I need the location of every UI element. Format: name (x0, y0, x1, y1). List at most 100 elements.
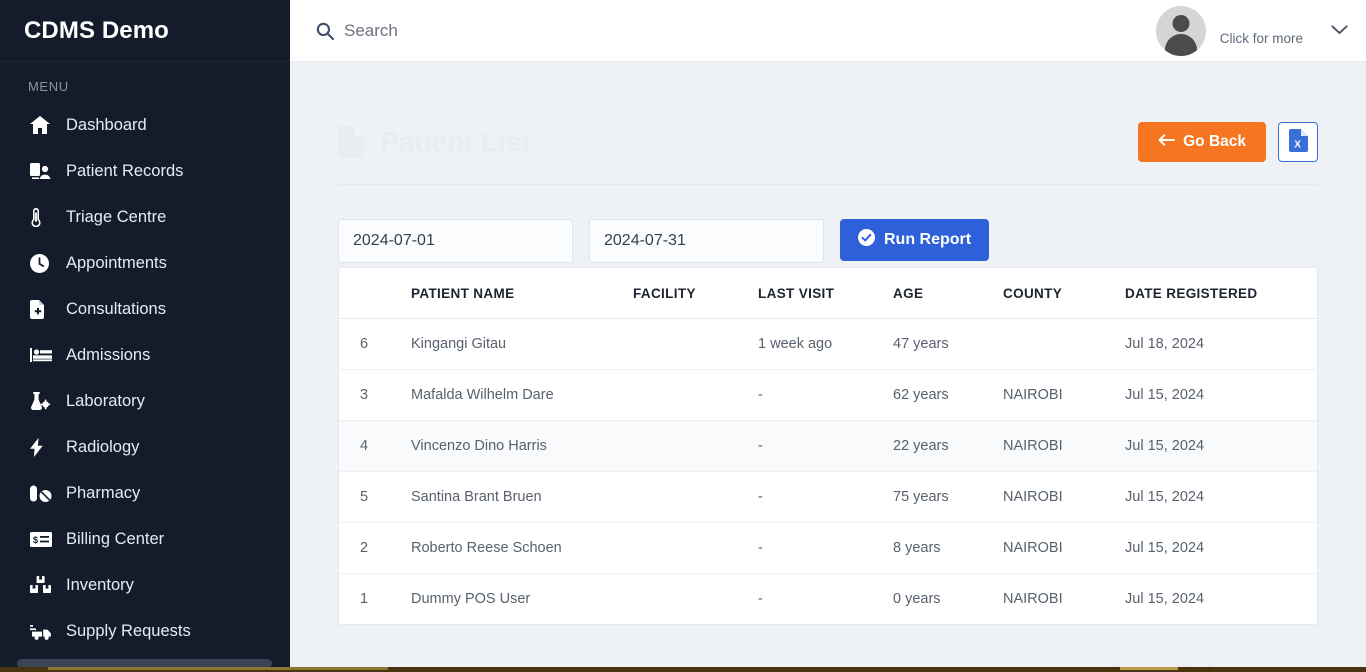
sidebar-item-laboratory[interactable]: Laboratory (0, 378, 290, 424)
sidebar-item-label: Laboratory (66, 391, 145, 410)
table-row[interactable]: 1 Dummy POS User - 0 years NAIROBI Jul 1… (339, 574, 1317, 625)
table-row[interactable]: 2 Roberto Reese Schoen - 8 years NAIROBI… (339, 522, 1317, 574)
excel-file-icon: X (1288, 129, 1308, 155)
clock-icon (30, 253, 56, 273)
profile-label: Click for more (1219, 30, 1303, 46)
cell-facility (633, 574, 758, 625)
cell-patient-name: Mafalda Wilhelm Dare (411, 369, 633, 421)
cell-county (1003, 318, 1125, 370)
cell-county: NAIROBI (1003, 471, 1125, 523)
topbar: Search Click for more (290, 0, 1366, 62)
sidebar-item-label: Triage Centre (66, 207, 167, 226)
table-row[interactable]: 3 Mafalda Wilhelm Dare - 62 years NAIROB… (339, 369, 1317, 421)
sidebar-item-billing-center[interactable]: $ Billing Center (0, 516, 290, 562)
sidebar-item-appointments[interactable]: Appointments (0, 240, 290, 286)
col-last-visit[interactable]: LAST VISIT (758, 268, 893, 319)
avatar (1155, 6, 1206, 56)
page-actions: Go Back X (1138, 122, 1318, 162)
truck-icon (30, 621, 56, 641)
cell-age: 75 years (893, 471, 1003, 523)
sidebar-item-admissions[interactable]: Admissions (0, 332, 290, 378)
sidebar-item-pharmacy[interactable]: Pharmacy (0, 470, 290, 516)
sidebar-item-radiology[interactable]: Radiology (0, 424, 290, 470)
cell-county: NAIROBI (1003, 369, 1125, 421)
home-icon (30, 115, 56, 135)
table-body: 6 Kingangi Gitau 1 week ago 47 years Jul… (339, 318, 1317, 625)
table-row[interactable]: 6 Kingangi Gitau 1 week ago 47 years Jul… (339, 318, 1317, 370)
sidebar-nav: Dashboard Patient Records Triage Centre … (0, 100, 290, 654)
cell-date-registered: Jul 15, 2024 (1125, 471, 1317, 523)
svg-text:$: $ (33, 535, 38, 545)
cell-county: NAIROBI (1003, 522, 1125, 574)
boxes-icon (30, 575, 56, 595)
thermometer-icon (30, 207, 56, 227)
cell-facility (633, 471, 758, 523)
report-filters: Run Report (338, 219, 1318, 263)
page-title: Patient List (338, 126, 531, 158)
cell-last-visit: - (758, 471, 893, 523)
cell-age: 22 years (893, 420, 1003, 472)
table-row[interactable]: 5 Santina Brant Bruen - 75 years NAIROBI… (339, 471, 1317, 523)
sidebar-item-label: Patient Records (66, 161, 184, 180)
sidebar-item-label: Dashboard (66, 115, 147, 134)
cell-last-visit: - (758, 420, 893, 472)
cell-patient-name: Roberto Reese Schoen (411, 522, 633, 574)
patient-table: PATIENT NAME FACILITY LAST VISIT AGE COU… (339, 268, 1317, 624)
export-excel-button[interactable]: X (1278, 122, 1318, 162)
sidebar-item-supply-requests[interactable]: Supply Requests (0, 608, 290, 654)
run-report-label: Run Report (884, 231, 972, 248)
cell-index: 2 (339, 522, 411, 574)
page-header: Patient List Go Back X (338, 122, 1318, 185)
main-area: Search Click for more Patient List Go Ba… (290, 0, 1366, 672)
sidebar-item-label: Radiology (66, 437, 140, 456)
table-row[interactable]: 4 Vincenzo Dino Harris - 22 years NAIROB… (339, 420, 1317, 472)
sidebar-item-consultations[interactable]: Consultations (0, 286, 290, 332)
cell-index: 5 (339, 471, 411, 523)
search-input[interactable]: Search (316, 21, 398, 41)
cell-index: 1 (360, 591, 369, 607)
end-date-input[interactable] (589, 219, 824, 263)
cell-last-visit: 1 week ago (758, 318, 893, 370)
sidebar-item-label: Admissions (66, 345, 151, 364)
col-age[interactable]: AGE (893, 268, 1003, 319)
run-report-button[interactable]: Run Report (840, 219, 990, 261)
cell-age: 0 years (893, 591, 941, 607)
cell-date-registered: Jul 18, 2024 (1125, 318, 1317, 370)
col-patient-name[interactable]: PATIENT NAME (411, 268, 633, 319)
cell-patient-name: Santina Brant Bruen (411, 471, 633, 523)
app-root: CDMS Demo MENU Dashboard Patient Records… (0, 0, 1366, 672)
go-back-button[interactable]: Go Back (1138, 122, 1266, 162)
sidebar-item-label: Pharmacy (66, 483, 141, 502)
sidebar-item-label: Inventory (66, 575, 134, 594)
sidebar-item-triage-centre[interactable]: Triage Centre (0, 194, 290, 240)
svg-text:X: X (1294, 140, 1301, 151)
file-medical-icon (30, 299, 56, 319)
col-date-registered[interactable]: DATE REGISTERED (1125, 268, 1317, 319)
patient-table-card: PATIENT NAME FACILITY LAST VISIT AGE COU… (338, 267, 1318, 625)
document-icon (338, 126, 364, 158)
flask-icon (30, 391, 56, 411)
cell-date-registered: Jul 15, 2024 (1125, 369, 1317, 421)
sidebar-item-patient-records[interactable]: Patient Records (0, 148, 290, 194)
profile-menu[interactable]: Click for more (1155, 0, 1348, 62)
cell-patient-name: Vincenzo Dino Harris (411, 420, 633, 472)
col-county[interactable]: COUNTY (1003, 268, 1125, 319)
cell-patient-name: Kingangi Gitau (411, 318, 633, 370)
sidebar-item-inventory[interactable]: Inventory (0, 562, 290, 608)
sidebar-item-dashboard[interactable]: Dashboard (0, 102, 290, 148)
cell-patient-name: Dummy POS User (411, 591, 531, 607)
patient-records-icon (30, 161, 56, 181)
table-head: PATIENT NAME FACILITY LAST VISIT AGE COU… (339, 268, 1317, 319)
search-icon (316, 22, 334, 40)
col-facility[interactable]: FACILITY (633, 268, 758, 319)
hospital-bed-icon (30, 345, 56, 365)
search-placeholder: Search (344, 20, 398, 40)
chevron-down-icon[interactable] (1331, 22, 1348, 40)
check-circle-icon (858, 229, 875, 251)
cell-last-visit: - (758, 522, 893, 574)
sidebar: CDMS Demo MENU Dashboard Patient Records… (0, 0, 290, 672)
start-date-input[interactable] (338, 219, 573, 263)
cell-age: 62 years (893, 369, 1003, 421)
cell-index: 6 (339, 318, 411, 370)
cell-facility (633, 369, 758, 421)
